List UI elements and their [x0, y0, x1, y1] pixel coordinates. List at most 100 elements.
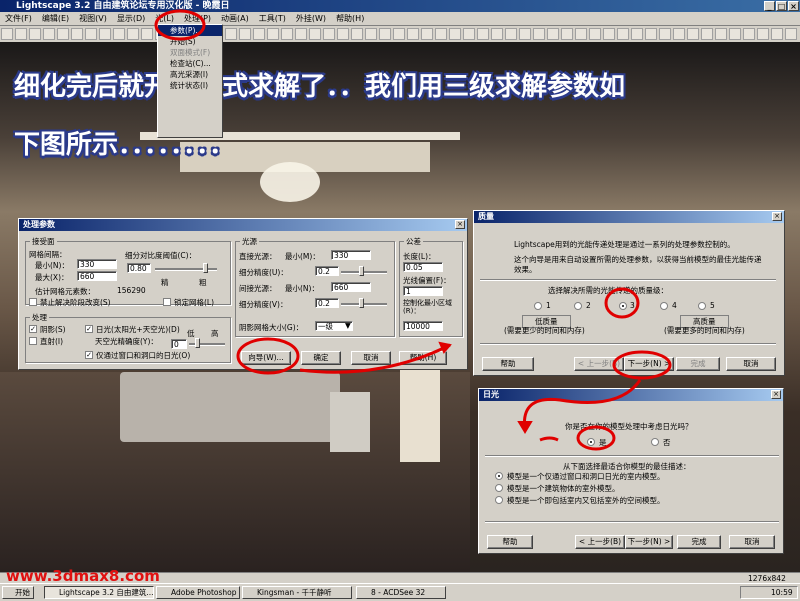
subdiv-contrast-input[interactable]: 0.80 — [127, 263, 151, 273]
window-only-checkbox[interactable]: ✓ — [85, 351, 93, 359]
wizard-button[interactable]: 向导(W)... — [241, 351, 291, 365]
toolbar-button[interactable] — [365, 28, 377, 40]
help-button[interactable]: 帮助 — [482, 357, 534, 371]
toolbar-button[interactable] — [603, 28, 615, 40]
toolbar-button[interactable] — [757, 28, 769, 40]
minimize-button[interactable]: _ — [764, 1, 775, 11]
taskbar-item-lightscape[interactable]: Lightscape 3.2 自由建筑... — [44, 586, 154, 599]
toolbar-button[interactable] — [421, 28, 433, 40]
toolbar-button[interactable] — [113, 28, 125, 40]
maximize-button[interactable]: □ — [776, 1, 787, 11]
menu-item-highlight[interactable]: 高光采源(I) — [158, 69, 222, 80]
toolbar-button[interactable] — [505, 28, 517, 40]
toolbar-button[interactable] — [29, 28, 41, 40]
daylight-checkbox[interactable]: ✓ — [85, 325, 93, 333]
direct-min-input[interactable]: 330 — [331, 250, 371, 260]
toolbar-button[interactable] — [1, 28, 13, 40]
toolbar-button[interactable] — [393, 28, 405, 40]
direct-subdiv-input[interactable]: 0.2 — [315, 266, 339, 276]
toolbar-button[interactable] — [575, 28, 587, 40]
quality-radio-2[interactable] — [574, 302, 582, 310]
shadow-checkbox[interactable]: ✓ — [29, 325, 37, 333]
start-button[interactable]: 开始 — [2, 586, 34, 599]
toolbar-button[interactable] — [225, 28, 237, 40]
quality-radio-4[interactable] — [660, 302, 668, 310]
toolbar-button[interactable] — [407, 28, 419, 40]
toolbar-button[interactable] — [715, 28, 727, 40]
toolbar-button[interactable] — [687, 28, 699, 40]
quality-radio-5[interactable] — [698, 302, 706, 310]
menu-file[interactable]: 文件(F) — [0, 12, 37, 25]
toolbar-button[interactable] — [729, 28, 741, 40]
min-area-input[interactable]: 10000 — [403, 321, 443, 331]
menu-item-start[interactable]: 开始(S) — [158, 36, 222, 47]
indirect-subdiv-input[interactable]: 0.2 — [315, 298, 339, 308]
toolbar-button[interactable] — [295, 28, 307, 40]
toolbar-button[interactable] — [127, 28, 139, 40]
toolbar-button[interactable] — [561, 28, 573, 40]
toolbar-button[interactable] — [43, 28, 55, 40]
toolbar-button[interactable] — [71, 28, 83, 40]
toolbar-button[interactable] — [463, 28, 475, 40]
finish-button[interactable]: 完成 — [677, 535, 721, 549]
menu-item-parameters[interactable]: 参数(P)... — [158, 25, 222, 36]
menu-help[interactable]: 帮助(H) — [331, 12, 369, 25]
slider-thumb[interactable] — [359, 298, 364, 308]
ok-button[interactable]: 确定 — [301, 351, 341, 365]
menu-item-checkpoint[interactable]: 检查站(C)... — [158, 58, 222, 69]
toolbar-button[interactable] — [785, 28, 797, 40]
back-button[interactable]: < 上一步(B) — [574, 357, 624, 371]
sky-precision-input[interactable]: 0 — [171, 339, 187, 349]
option-radio-3[interactable] — [495, 496, 503, 504]
toolbar-button[interactable] — [281, 28, 293, 40]
toolbar-button[interactable] — [239, 28, 251, 40]
slider-thumb[interactable] — [359, 266, 364, 276]
taskbar-item-kingsman[interactable]: Kingsman - 千千静听 — [242, 586, 352, 599]
help-button[interactable]: 帮助 — [487, 535, 533, 549]
toolbar-button[interactable] — [519, 28, 531, 40]
direct-subdiv-slider[interactable] — [341, 271, 387, 274]
toolbar-button[interactable] — [631, 28, 643, 40]
toolbar-button[interactable] — [533, 28, 545, 40]
indirect-subdiv-slider[interactable] — [341, 303, 387, 306]
toolbar-button[interactable] — [379, 28, 391, 40]
toolbar-button[interactable] — [337, 28, 349, 40]
toolbar-button[interactable] — [351, 28, 363, 40]
slider-thumb[interactable] — [203, 263, 208, 273]
close-icon[interactable]: × — [771, 390, 781, 399]
daylight-no-radio[interactable] — [651, 438, 659, 446]
slider-thumb[interactable] — [195, 338, 200, 348]
toolbar-button[interactable] — [323, 28, 335, 40]
menu-item-double-side[interactable]: 双面模式(F) — [158, 47, 222, 58]
toolbar-button[interactable] — [99, 28, 111, 40]
option-radio-2[interactable] — [495, 484, 503, 492]
toolbar-button[interactable] — [673, 28, 685, 40]
taskbar-item-photoshop[interactable]: Adobe Photoshop — [156, 586, 240, 599]
toolbar-button[interactable] — [491, 28, 503, 40]
toolbar-button[interactable] — [85, 28, 97, 40]
toolbar-button[interactable] — [267, 28, 279, 40]
toolbar-button[interactable] — [435, 28, 447, 40]
toolbar-button[interactable] — [449, 28, 461, 40]
toolbar-button[interactable] — [57, 28, 69, 40]
close-icon[interactable]: × — [772, 212, 782, 221]
indirect-min-input[interactable]: 660 — [331, 282, 371, 292]
lock-mesh-checkbox[interactable] — [163, 298, 171, 306]
toolbar-button[interactable] — [141, 28, 153, 40]
offset-input[interactable]: 1 — [403, 286, 443, 296]
toolbar-button[interactable] — [771, 28, 783, 40]
option-radio-1[interactable] — [495, 472, 503, 480]
toolbar-button[interactable] — [253, 28, 265, 40]
quality-radio-3[interactable] — [619, 302, 627, 310]
toolbar-button[interactable] — [589, 28, 601, 40]
menu-display[interactable]: 显示(D) — [112, 12, 150, 25]
mesh-max-input[interactable]: 660 — [77, 271, 117, 281]
daylight-yes-radio[interactable] — [587, 438, 595, 446]
mesh-min-input[interactable]: 330 — [77, 259, 117, 269]
toolbar-button[interactable] — [309, 28, 321, 40]
close-icon[interactable]: × — [455, 220, 465, 229]
next-button[interactable]: 下一步(N) > — [624, 357, 674, 371]
close-button[interactable]: × — [788, 1, 799, 11]
cancel-button[interactable]: 取消 — [729, 535, 775, 549]
quality-radio-1[interactable] — [534, 302, 542, 310]
